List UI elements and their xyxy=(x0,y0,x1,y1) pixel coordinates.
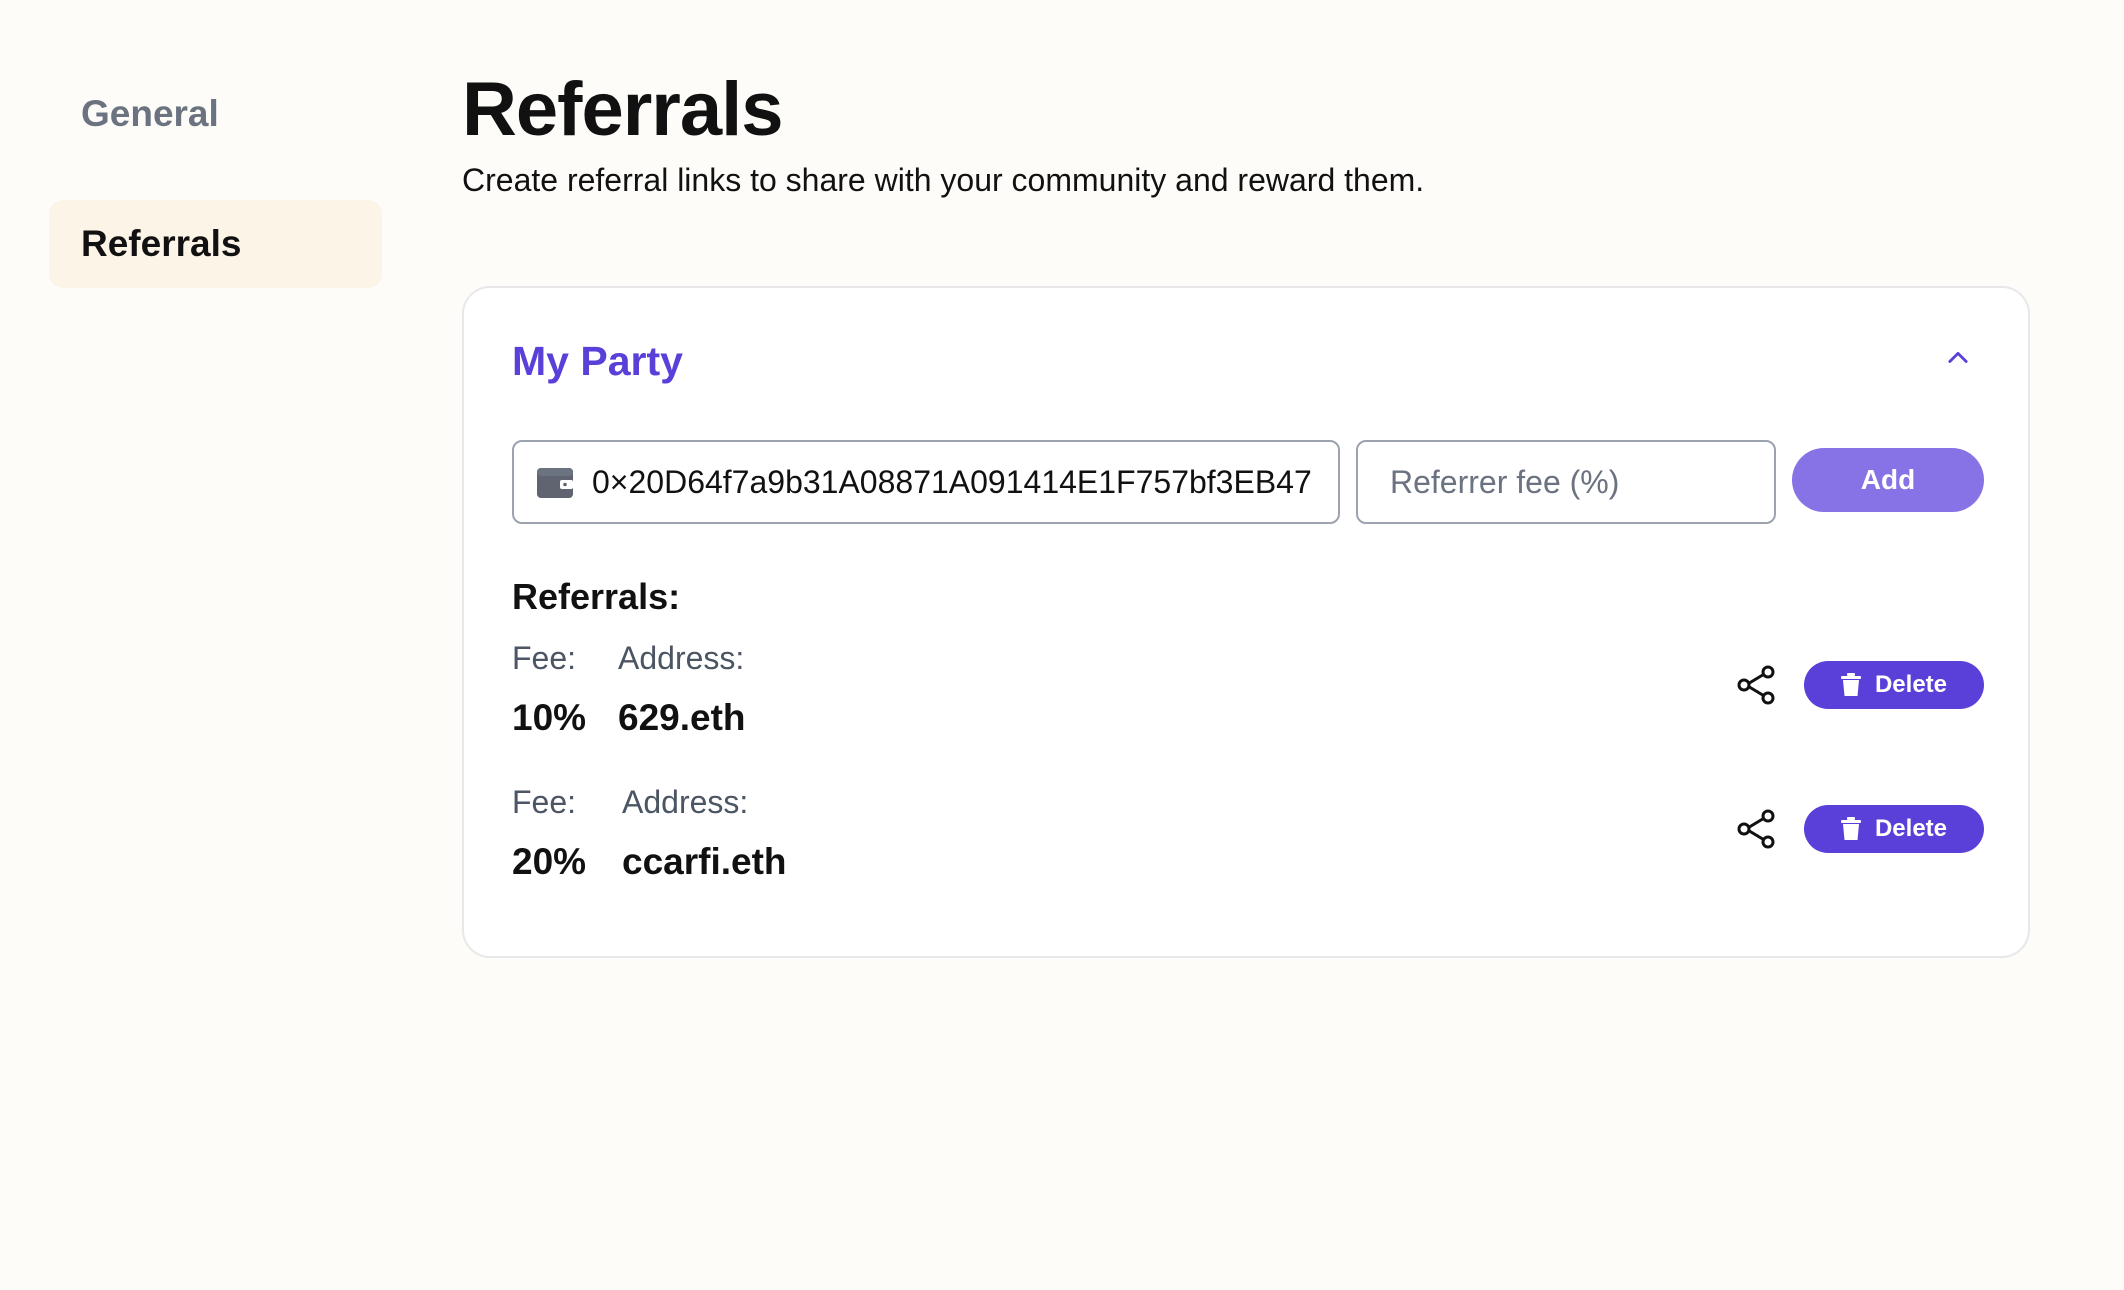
list-item: Fee: 20% Address: ccarfi.eth Delete xyxy=(512,782,1984,882)
referrer-fee-input[interactable] xyxy=(1390,463,1774,501)
address-value: ccarfi.eth xyxy=(622,841,787,882)
address-label: Address: xyxy=(618,640,745,676)
trash-icon xyxy=(1840,673,1861,696)
wallet-icon xyxy=(537,468,573,498)
sidebar-item-referrals[interactable]: Referrals xyxy=(49,200,382,288)
sidebar-item-label: Referrals xyxy=(81,223,242,264)
address-value: 629.eth xyxy=(618,697,746,738)
main-content: Referrals Create referral links to share… xyxy=(462,66,2032,958)
share-icon[interactable] xyxy=(1734,807,1778,851)
sidebar: General Referrals xyxy=(49,80,382,320)
referrer-fee-field[interactable] xyxy=(1356,440,1776,524)
fee-label: Fee: xyxy=(512,784,577,820)
chevron-up-icon[interactable] xyxy=(1944,344,1972,372)
sidebar-item-label: General xyxy=(81,93,219,134)
delete-button[interactable]: Delete xyxy=(1804,805,1984,853)
wallet-address-input[interactable] xyxy=(592,463,1338,501)
delete-label: Delete xyxy=(1874,815,1948,842)
fee-column: Fee: 10% xyxy=(512,638,586,740)
wallet-address-field[interactable] xyxy=(512,440,1340,524)
card-title: My Party xyxy=(512,338,683,384)
fee-value: 10% xyxy=(512,697,587,738)
trash-icon xyxy=(1840,817,1861,840)
delete-button[interactable]: Delete xyxy=(1804,661,1984,709)
referrals-heading: Referrals: xyxy=(512,576,681,617)
page-title: Referrals xyxy=(462,67,784,152)
delete-label: Delete xyxy=(1874,671,1948,698)
address-column: Address: ccarfi.eth xyxy=(622,782,787,884)
list-item: Fee: 10% Address: 629.eth Delete xyxy=(512,638,1984,738)
party-card: My Party Add Referrals: Fee: 10% Add xyxy=(462,286,2030,958)
fee-value: 20% xyxy=(512,841,587,882)
page-subtitle: Create referral links to share with your… xyxy=(462,162,1425,198)
share-icon[interactable] xyxy=(1734,663,1778,707)
address-label: Address: xyxy=(622,784,749,820)
sidebar-item-general[interactable]: General xyxy=(49,80,382,148)
fee-column: Fee: 20% xyxy=(512,782,586,884)
fee-label: Fee: xyxy=(512,640,577,676)
add-button[interactable]: Add xyxy=(1792,448,1984,512)
address-column: Address: 629.eth xyxy=(618,638,746,740)
